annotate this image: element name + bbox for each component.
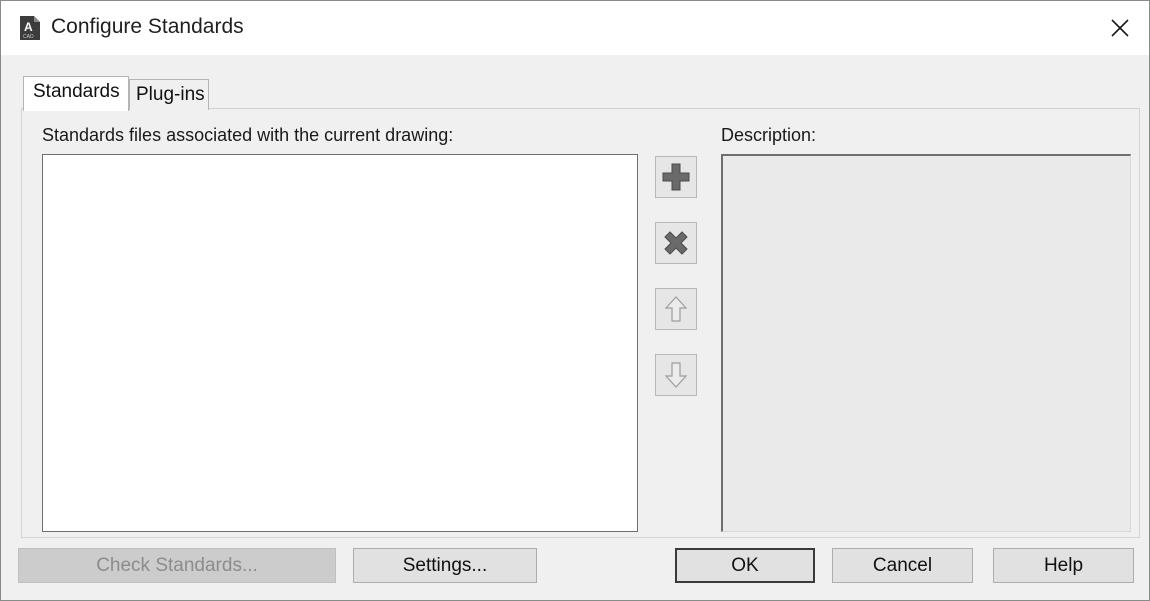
settings-button[interactable]: Settings...	[353, 548, 537, 583]
window-title: Configure Standards	[51, 15, 244, 38]
add-standards-file-button[interactable]	[655, 156, 697, 198]
close-icon	[1111, 19, 1129, 37]
tab-plug-ins-label: Plug-ins	[136, 84, 205, 105]
title-bar: A CAD Configure Standards	[1, 1, 1149, 55]
remove-standards-file-button[interactable]	[655, 222, 697, 264]
tab-standards[interactable]: Standards	[23, 76, 129, 111]
move-down-button[interactable]	[655, 354, 697, 396]
delete-x-icon	[664, 231, 688, 255]
standards-files-label: Standards files associated with the curr…	[42, 125, 454, 145]
help-button[interactable]: Help	[993, 548, 1134, 583]
app-icon-sub: CAD	[23, 34, 34, 40]
close-button[interactable]	[1091, 1, 1149, 55]
check-standards-button[interactable]: Check Standards...	[18, 548, 336, 583]
description-box	[721, 154, 1131, 532]
move-up-button[interactable]	[655, 288, 697, 330]
autocad-app-icon: A CAD	[20, 16, 40, 40]
tab-standards-label: Standards	[33, 81, 120, 102]
configure-standards-dialog: A CAD Configure Standards Standards Plug…	[0, 0, 1150, 601]
arrow-down-icon	[664, 362, 688, 388]
standards-files-list[interactable]	[42, 154, 638, 532]
app-icon-letter: A	[24, 20, 33, 34]
tab-plug-ins[interactable]: Plug-ins	[129, 79, 209, 110]
plus-icon	[662, 163, 690, 191]
ok-button[interactable]: OK	[675, 548, 815, 583]
description-label: Description:	[721, 125, 817, 145]
arrow-up-icon	[664, 296, 688, 322]
cancel-button[interactable]: Cancel	[832, 548, 973, 583]
